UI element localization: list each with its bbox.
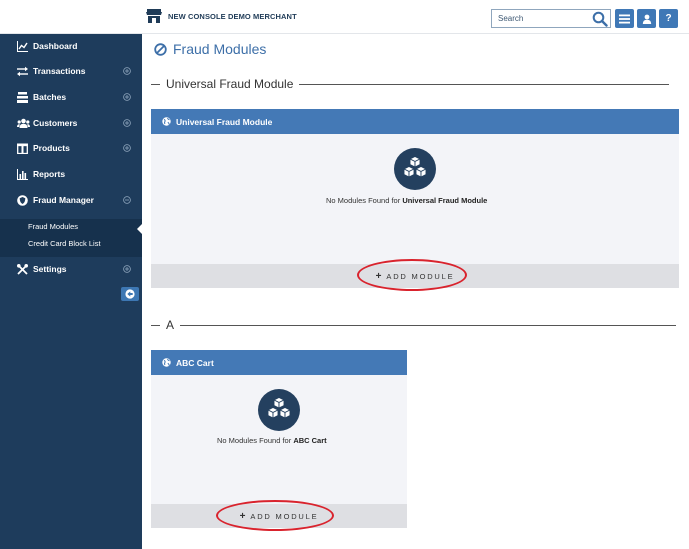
box-icon bbox=[17, 143, 28, 154]
heading-rule bbox=[299, 83, 670, 85]
sidebar-item-label: Customers bbox=[33, 118, 78, 128]
tools-icon bbox=[17, 263, 28, 275]
chart-icon bbox=[17, 40, 28, 52]
user-icon bbox=[642, 14, 651, 24]
highlight-ring bbox=[216, 500, 334, 531]
sidebar-item-customers[interactable]: Customers bbox=[0, 111, 142, 135]
cubes-icon bbox=[394, 148, 436, 190]
plus-circle-icon[interactable] bbox=[123, 119, 131, 127]
sidebar-item-reports[interactable]: Reports bbox=[0, 162, 142, 186]
highlight-ring bbox=[357, 259, 467, 291]
arrow-left-circle-icon bbox=[125, 289, 135, 299]
bar-chart-icon bbox=[17, 168, 28, 180]
sidebar-item-dashboard[interactable]: Dashboard bbox=[0, 34, 142, 58]
fraud-manager-submenu: Fraud Modules Credit Card Block List bbox=[0, 219, 142, 257]
section-heading-text: A bbox=[166, 318, 175, 332]
globe-icon bbox=[162, 117, 171, 126]
sidebar-item-settings[interactable]: Settings bbox=[0, 257, 142, 281]
search-box bbox=[491, 9, 611, 28]
card-header: Universal Fraud Module bbox=[151, 109, 679, 134]
sidebar-item-label: Transactions bbox=[33, 66, 86, 76]
search-icon[interactable] bbox=[592, 11, 608, 27]
sidebar-item-label: Reports bbox=[33, 169, 66, 179]
card-header: ABC Cart bbox=[151, 350, 407, 375]
help-button[interactable]: ? bbox=[659, 9, 678, 28]
users-icon bbox=[17, 118, 30, 128]
heading-dash bbox=[151, 324, 160, 326]
heading-rule bbox=[180, 324, 677, 326]
plus-circle-icon[interactable] bbox=[123, 93, 131, 101]
plus-circle-icon[interactable] bbox=[123, 67, 131, 75]
cubes-icon bbox=[258, 389, 300, 431]
sidebar-item-label: Fraud Manager bbox=[33, 195, 94, 205]
top-bar: NEW CONSOLE DEMO MERCHANT ? bbox=[0, 0, 689, 34]
sidebar-item-label: Products bbox=[33, 143, 70, 153]
sidebar-subitem-credit-card-block-list[interactable]: Credit Card Block List bbox=[28, 239, 101, 248]
menu-button[interactable] bbox=[615, 9, 634, 28]
card-title: Universal Fraud Module bbox=[176, 116, 273, 127]
heading-dash bbox=[151, 83, 160, 85]
page-title-text: Fraud Modules bbox=[173, 41, 267, 57]
sidebar-item-batches[interactable]: Batches bbox=[0, 85, 142, 109]
question-mark-icon: ? bbox=[665, 13, 672, 24]
shield-icon bbox=[17, 194, 28, 206]
card-title: ABC Cart bbox=[176, 357, 214, 368]
sidebar-item-transactions[interactable]: Transactions bbox=[0, 59, 142, 83]
active-indicator bbox=[137, 224, 142, 234]
transfer-arrows-icon bbox=[17, 66, 28, 76]
sidebar-item-label: Settings bbox=[33, 264, 67, 274]
plus-circle-icon[interactable] bbox=[123, 144, 131, 152]
sidebar-item-products[interactable]: Products bbox=[0, 136, 142, 160]
globe-icon bbox=[162, 358, 171, 367]
hamburger-icon bbox=[619, 14, 630, 23]
ban-icon bbox=[154, 42, 167, 56]
stack-icon bbox=[17, 91, 28, 103]
empty-state-message: No Modules Found for Universal Fraud Mod… bbox=[326, 196, 488, 205]
sidebar-item-fraud-manager[interactable]: Fraud Manager bbox=[0, 188, 142, 212]
merchant-name: NEW CONSOLE DEMO MERCHANT bbox=[168, 11, 297, 21]
search-input[interactable] bbox=[492, 10, 588, 27]
sidebar: Dashboard Transactions Batches Customers… bbox=[0, 34, 142, 549]
sidebar-item-label: Batches bbox=[33, 92, 67, 102]
sidebar-subitem-fraud-modules[interactable]: Fraud Modules bbox=[28, 222, 78, 231]
section-heading-text: Universal Fraud Module bbox=[166, 77, 294, 91]
page-title: Fraud Modules bbox=[154, 41, 266, 57]
sidebar-collapse-button[interactable] bbox=[121, 287, 139, 301]
section-heading-universal: Universal Fraud Module bbox=[151, 77, 670, 91]
plus-circle-icon[interactable] bbox=[123, 265, 131, 273]
section-heading-a: A bbox=[151, 318, 677, 332]
user-button[interactable] bbox=[637, 9, 656, 28]
empty-state-message: No Modules Found for ABC Cart bbox=[217, 436, 327, 445]
minus-circle-icon[interactable] bbox=[123, 196, 131, 204]
store-icon bbox=[146, 9, 162, 23]
merchant-brand: NEW CONSOLE DEMO MERCHANT bbox=[146, 6, 297, 26]
sidebar-item-label: Dashboard bbox=[33, 41, 78, 51]
